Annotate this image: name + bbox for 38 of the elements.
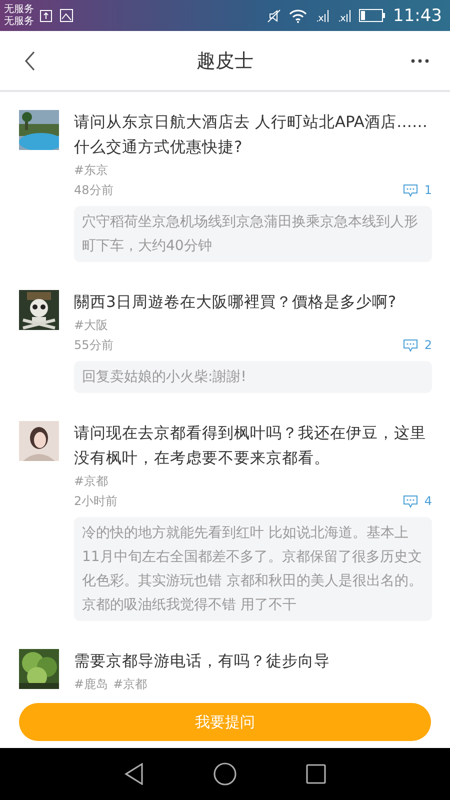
question-title[interactable]: 需要京都导游电话，有吗？徒步向导 <box>74 649 432 674</box>
post-time: 55分前 <box>74 337 114 354</box>
mute-icon <box>267 8 281 22</box>
topic-tag[interactable]: #东京 <box>74 160 108 180</box>
signal-icon <box>337 8 351 22</box>
post-time: 48分前 <box>74 182 114 199</box>
reply-count: 2 <box>424 338 432 352</box>
signal-icon <box>315 8 329 22</box>
answer-preview[interactable]: 回复卖姑娘的小火柴:謝謝! <box>74 361 432 393</box>
question-title[interactable]: 请问现在去京都看得到枫叶吗？我还在伊豆，这里没有枫叶，在考虑要不要来京都看。 <box>74 421 432 471</box>
comment-icon <box>403 338 418 352</box>
chevron-icon <box>24 50 36 70</box>
page-title: 趣皮士 <box>196 48 254 74</box>
carrier-label: 无服务 <box>4 16 34 28</box>
post-time: 2小时前 <box>74 493 118 510</box>
upload-icon <box>40 10 52 22</box>
question-title[interactable]: 请问从东京日航大酒店去 人行町站北APA酒店……什么交通方式优惠快捷? <box>74 110 432 160</box>
clock-time: 11:43 <box>393 6 442 26</box>
topic-tag[interactable]: #鹿岛 <box>74 674 108 694</box>
wifi-icon <box>289 8 307 22</box>
carrier-label: 无服务 <box>4 4 34 16</box>
recents-icon[interactable] <box>306 764 326 784</box>
comment-icon <box>403 494 418 508</box>
topic-tag[interactable]: #京都 <box>113 674 148 694</box>
back-icon[interactable] <box>124 763 144 785</box>
comment-icon <box>403 184 418 196</box>
topic-tag[interactable]: #京都 <box>74 471 108 491</box>
topic-tag[interactable]: #大阪 <box>74 315 108 335</box>
answer-preview[interactable]: 冷的快的地方就能先看到红叶 比如说北海道。基本上11月中旬左右全国都差不多了。京都保留了很多历史文化色彩。其实游玩也错 京都和秋田的美人是很出名的。京都的吸油纸我觉得不错 用了不干 <box>74 517 432 621</box>
reply-count: 4 <box>424 494 432 508</box>
answer-preview[interactable]: 穴守稻荷坐京急机场线到京急蒲田换乘京急本线到人形町下车，大约40分钟 <box>74 206 432 262</box>
ellipsis-icon <box>411 58 429 62</box>
ask-button[interactable]: 我要提问 <box>19 703 431 741</box>
reply-count: 1 <box>424 183 432 197</box>
battery-icon <box>359 9 385 22</box>
question-title[interactable]: 關西3日周遊卷在大阪哪裡買？價格是多少啊? <box>74 290 432 315</box>
image-icon <box>60 9 73 22</box>
home-icon[interactable] <box>212 762 237 786</box>
